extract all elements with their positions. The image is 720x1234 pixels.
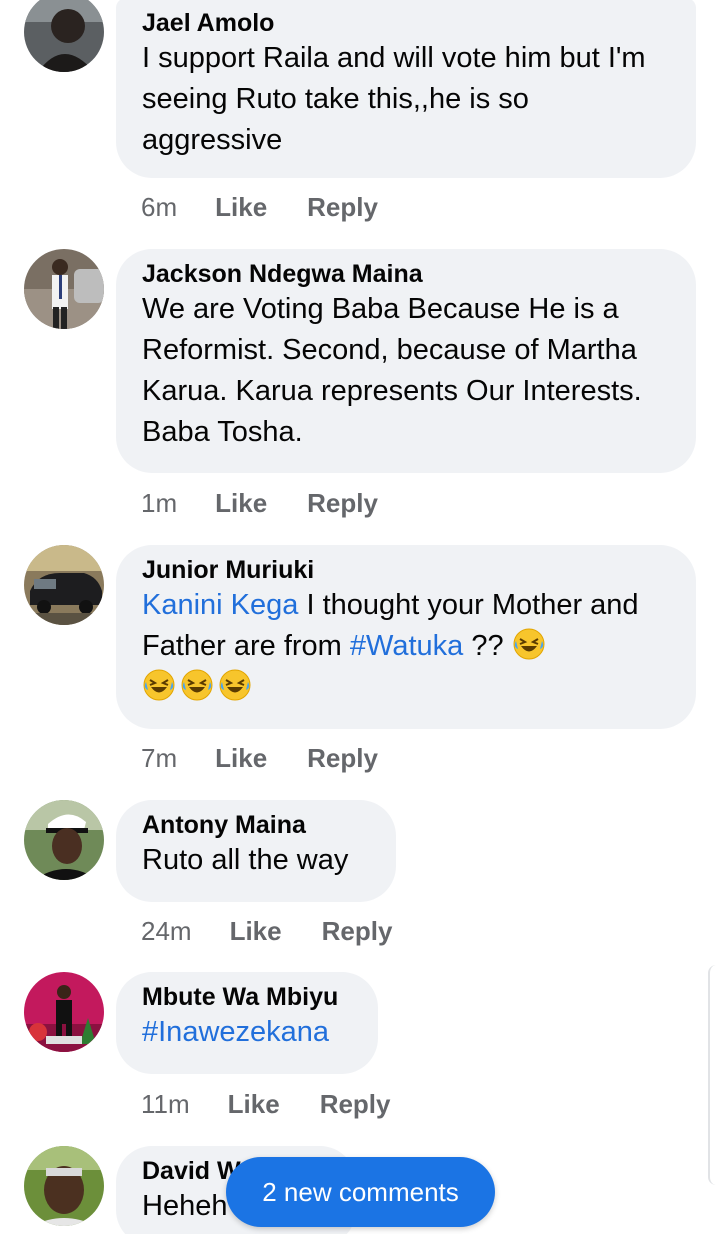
laughing-emoji-icon [512, 627, 546, 661]
hashtag-link[interactable]: #Watuka [350, 630, 463, 662]
like-button[interactable]: Like [228, 1089, 280, 1120]
avatar[interactable] [24, 249, 104, 329]
comment-bubble: Junior Muriuki Kanini Kega I thought you… [116, 545, 696, 729]
comment-time[interactable]: 24m [141, 916, 192, 947]
comment-text: We are Voting Baba Because He is a Refor… [142, 293, 642, 448]
comment-actions: 6m Like Reply [141, 192, 378, 223]
comment-text-part: ?? [463, 630, 512, 662]
comment-actions: 11m Like Reply [141, 1089, 391, 1120]
comment-bubble: Jackson Ndegwa Maina We are Voting Baba … [116, 249, 696, 473]
comment-text: I support Raila and will vote him but I'… [142, 42, 646, 156]
scroll-edge [708, 965, 720, 1185]
avatar[interactable] [24, 972, 104, 1052]
comment-time[interactable]: 11m [141, 1089, 190, 1120]
comment-author[interactable]: Mbute Wa Mbiyu [142, 982, 352, 1012]
mention-link[interactable]: Kanini Kega [142, 589, 298, 621]
like-button[interactable]: Like [230, 916, 282, 947]
laughing-emoji-icon [218, 668, 252, 702]
laughing-emoji-icon [180, 668, 214, 702]
hashtag-link[interactable]: #Inawezekana [142, 1012, 352, 1053]
new-comments-button[interactable]: 2 new comments [226, 1157, 495, 1227]
comment-time[interactable]: 6m [141, 192, 177, 223]
comment-text: Kanini Kega I thought your Mother and Fa… [142, 585, 670, 708]
comment-text: Ruto all the way [142, 844, 349, 876]
comment-actions: 7m Like Reply [141, 743, 378, 774]
reply-button[interactable]: Reply [322, 916, 393, 947]
comment-author[interactable]: Jael Amolo [142, 8, 670, 38]
comment-actions: 24m Like Reply [141, 916, 392, 947]
like-button[interactable]: Like [215, 743, 267, 774]
comment-actions: 1m Like Reply [141, 488, 378, 519]
avatar[interactable] [24, 0, 104, 72]
comment-bubble: Jael Amolo I support Raila and will vote… [116, 0, 696, 178]
comment-bubble: Antony Maina Ruto all the way [116, 800, 396, 902]
avatar[interactable] [24, 1146, 104, 1226]
like-button[interactable]: Like [215, 488, 267, 519]
comment-time[interactable]: 7m [141, 743, 177, 774]
comment-time[interactable]: 1m [141, 488, 177, 519]
reply-button[interactable]: Reply [307, 192, 378, 223]
reply-button[interactable]: Reply [320, 1089, 391, 1120]
avatar[interactable] [24, 545, 104, 625]
comment-author[interactable]: Antony Maina [142, 810, 370, 840]
comment-feed: Jael Amolo I support Raila and will vote… [0, 0, 720, 1234]
comment-bubble: Mbute Wa Mbiyu #Inawezekana [116, 972, 378, 1074]
like-button[interactable]: Like [215, 192, 267, 223]
laughing-emoji-icon [142, 668, 176, 702]
comment-author[interactable]: Jackson Ndegwa Maina [142, 259, 670, 289]
comment-author[interactable]: Junior Muriuki [142, 555, 670, 585]
reply-button[interactable]: Reply [307, 743, 378, 774]
reply-button[interactable]: Reply [307, 488, 378, 519]
avatar[interactable] [24, 800, 104, 880]
